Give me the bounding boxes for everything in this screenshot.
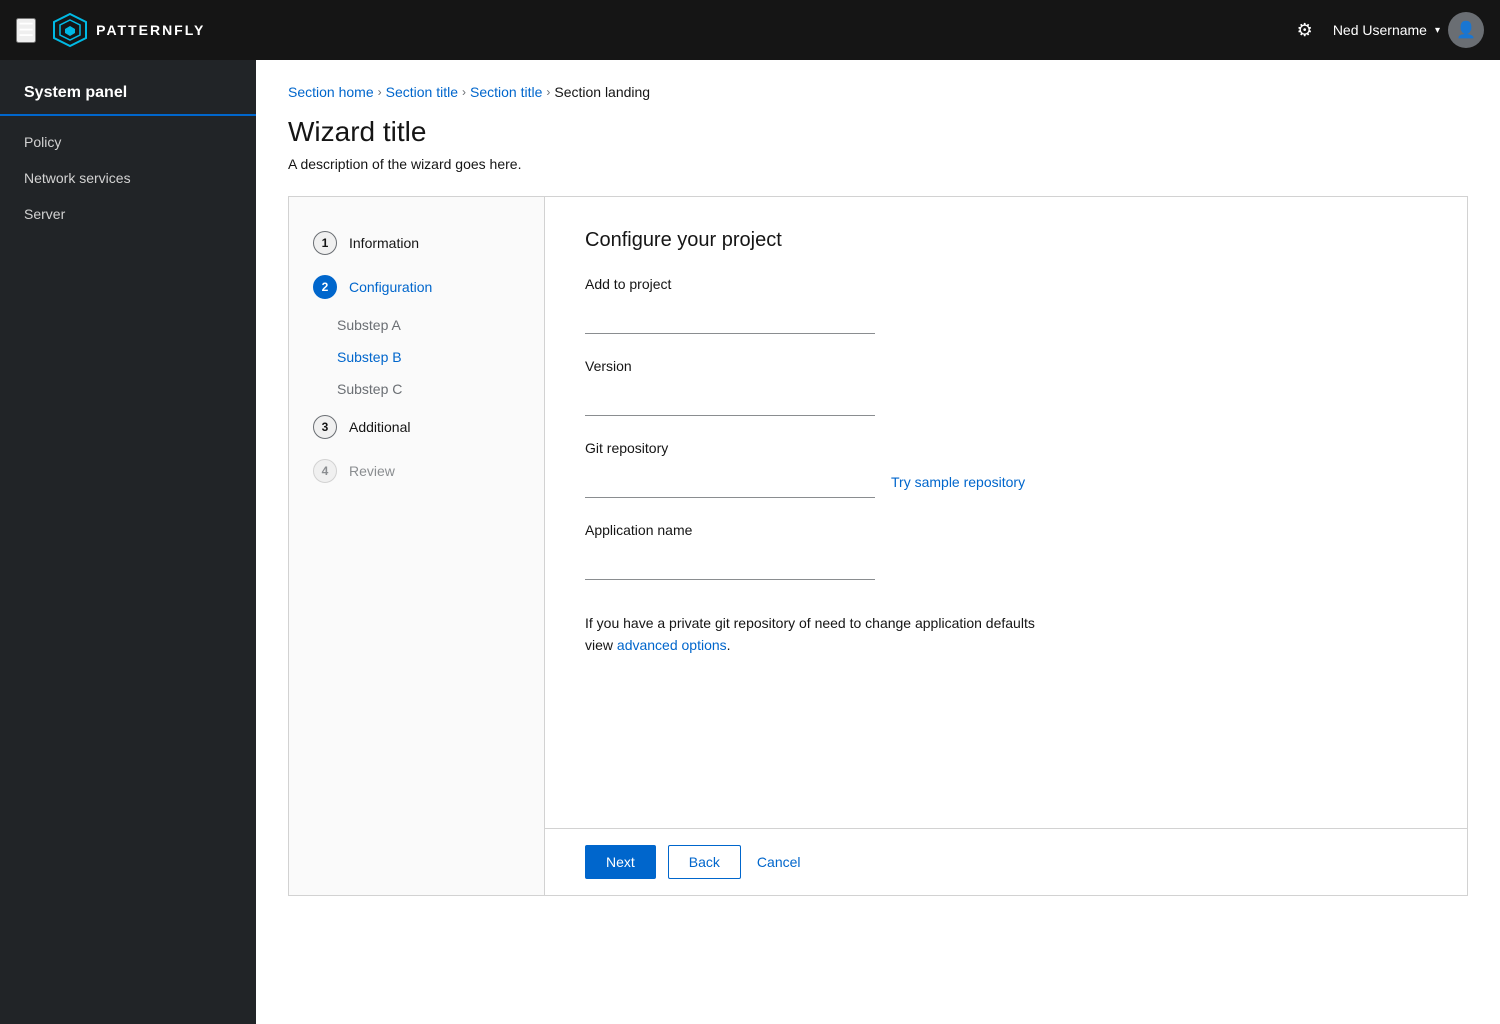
wizard-step-label-information: Information [349,235,419,251]
wizard-step-information[interactable]: 1 Information [289,221,544,265]
page-description: A description of the wizard goes here. [288,156,1468,172]
git-repository-input[interactable] [585,462,875,498]
breadcrumb-current: Section landing [554,84,650,100]
version-label: Version [585,358,1427,374]
sidebar-item-policy[interactable]: Policy [0,124,256,160]
wizard-substeps: Substep A Substep B Substep C [289,309,544,405]
page-title: Wizard title [288,116,1468,148]
avatar: 👤 [1448,12,1484,48]
try-sample-repository-link[interactable]: Try sample repository [891,474,1025,498]
sidebar-item-network-services[interactable]: Network services [0,160,256,196]
user-menu[interactable]: Ned Username ▾ 👤 [1333,12,1484,48]
breadcrumb-sep-2: › [462,85,466,99]
main-content: Section home › Section title › Section t… [256,60,1500,1024]
advanced-options-link[interactable]: advanced options [617,637,727,653]
wizard-step-configuration[interactable]: 2 Configuration [289,265,544,309]
wizard-step-num-1: 1 [313,231,337,255]
next-button[interactable]: Next [585,845,656,879]
sidebar-item-server[interactable]: Server [0,196,256,232]
form-group-git-repository: Git repository Try sample repository [585,440,1427,498]
logo: PATTERNFLY [52,12,205,48]
info-text-after: . [727,637,731,653]
settings-button[interactable]: ⚙ [1293,16,1317,45]
application-name-label: Application name [585,522,1427,538]
sidebar-title: System panel [0,76,256,116]
wizard-footer: Next Back Cancel [545,828,1467,895]
form-group-add-to-project: Add to project [585,276,1427,334]
wizard-step-label-review: Review [349,463,395,479]
breadcrumb-item-section-title-1[interactable]: Section title [386,84,458,100]
wizard-substep-b[interactable]: Substep B [337,341,544,373]
back-button[interactable]: Back [668,845,741,879]
wizard-content-area: Configure your project Add to project Ve… [545,197,1467,895]
wizard-step-additional[interactable]: 3 Additional [289,405,544,449]
breadcrumb-sep-1: › [378,85,382,99]
wizard: 1 Information 2 Configuration Substep A … [288,196,1468,896]
chevron-down-icon: ▾ [1435,25,1440,36]
wizard-step-label-additional: Additional [349,419,411,435]
add-to-project-input[interactable] [585,298,875,334]
form-group-version: Version [585,358,1427,416]
main-layout: System panel Policy Network services Ser… [0,60,1500,1024]
cancel-button[interactable]: Cancel [753,846,805,878]
form-group-application-name: Application name [585,522,1427,580]
wizard-step-num-4: 4 [313,459,337,483]
git-repo-row: Try sample repository [585,462,1427,498]
top-navigation: ☰ PATTERNFLY ⚙ Ned Username ▾ 👤 [0,0,1500,60]
user-name: Ned Username [1333,22,1427,38]
wizard-step-num-3: 3 [313,415,337,439]
wizard-nav: 1 Information 2 Configuration Substep A … [289,197,545,895]
git-repository-label: Git repository [585,440,1427,456]
version-input[interactable] [585,380,875,416]
breadcrumb-sep-3: › [546,85,550,99]
info-text: If you have a private git repository of … [585,612,1065,657]
wizard-substep-a[interactable]: Substep A [337,309,544,341]
wizard-section-title: Configure your project [585,229,1427,252]
logo-text: PATTERNFLY [96,22,205,38]
add-to-project-label: Add to project [585,276,1427,292]
hamburger-menu-button[interactable]: ☰ [16,18,36,43]
breadcrumb: Section home › Section title › Section t… [288,84,1468,100]
wizard-body: Configure your project Add to project Ve… [545,197,1467,828]
wizard-step-label-configuration: Configuration [349,279,432,295]
wizard-step-num-2: 2 [313,275,337,299]
breadcrumb-item-section-title-2[interactable]: Section title [470,84,542,100]
application-name-input[interactable] [585,544,875,580]
wizard-step-review: 4 Review [289,449,544,493]
breadcrumb-item-section-home[interactable]: Section home [288,84,374,100]
sidebar: System panel Policy Network services Ser… [0,60,256,1024]
wizard-substep-c[interactable]: Substep C [337,373,544,405]
patternfly-logo-icon [52,12,88,48]
topnav-right: ⚙ Ned Username ▾ 👤 [1293,12,1484,48]
